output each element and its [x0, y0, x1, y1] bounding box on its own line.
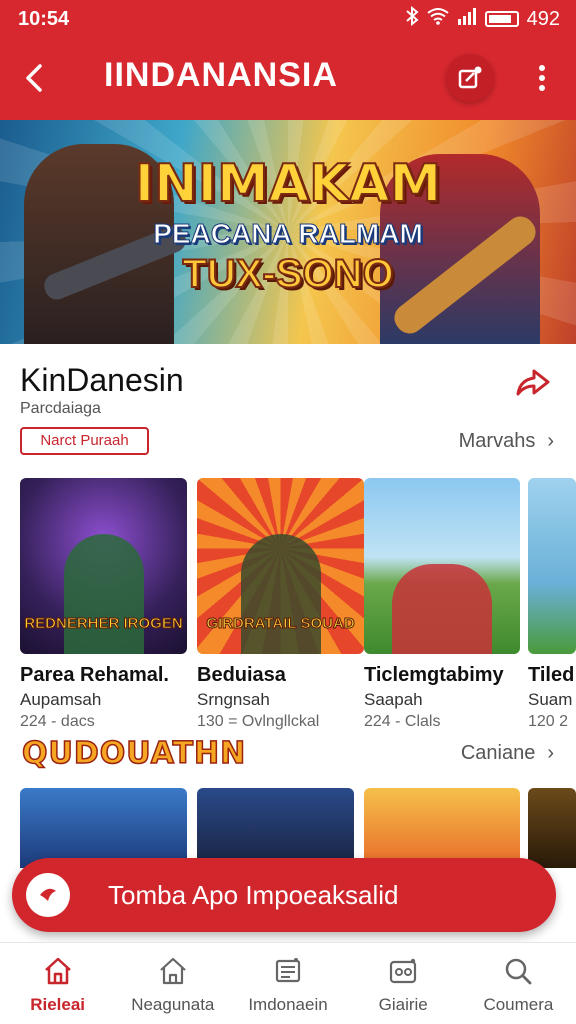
section-subtitle: Parcdaiaga [20, 400, 101, 417]
card-thumbnail: GIRDRATAIL SOUAD [197, 478, 364, 654]
more-vertical-icon [539, 65, 545, 91]
more-options-button[interactable] [518, 54, 566, 102]
see-more-label: Caniane [460, 742, 536, 764]
card-title: Parea Rehamal. [20, 664, 169, 686]
nav-label: Giairie [378, 995, 428, 1014]
app-bar: IINDANANSIA [0, 42, 576, 118]
status-icons: 492 [405, 5, 560, 32]
home-icon [44, 957, 71, 985]
page-title: IINDANANSIA [104, 56, 338, 94]
back-arrow-icon [26, 64, 42, 92]
card-thumbnail [364, 478, 520, 654]
section2-thumbnail[interactable] [197, 788, 354, 868]
nav-label: Imdonaein [248, 995, 328, 1014]
bottom-navigation: Rieleai Neagunata Imdonaein Giairie Coum… [0, 942, 576, 1024]
card-title: Ticlemgtabimy [364, 664, 504, 686]
nav-label: Coumera [483, 995, 554, 1014]
home-outline-icon [160, 957, 186, 985]
content-card[interactable]: REDNERHER IROGEN Parea Rehamal. Aupamsah… [20, 478, 187, 731]
card-subtitle: Aupamsah [20, 690, 102, 709]
forward-arrow-icon [516, 369, 550, 396]
card-thumbnail [528, 478, 576, 654]
card-meta: 224 - dacs [20, 713, 95, 730]
search-icon [506, 958, 532, 985]
nav-item-games[interactable]: Giairie [346, 943, 461, 1024]
battery-level: 492 [526, 7, 560, 30]
bluetooth-icon [405, 5, 419, 32]
see-more-label: Marvahs [458, 430, 536, 452]
section2-thumbnail[interactable] [528, 788, 576, 868]
nav-label: Rieleai [30, 995, 85, 1014]
card-title: Tiled [528, 664, 575, 686]
nav-label: Neagunata [131, 995, 215, 1014]
forward-share-button[interactable] [514, 366, 554, 400]
nav-item-news[interactable]: Imdonaein [230, 943, 345, 1024]
news-icon [275, 958, 301, 983]
chevron-right-icon: › [547, 430, 554, 452]
card-thumbnail: REDNERHER IROGEN [20, 478, 187, 654]
see-more-link[interactable]: Marvahs › [459, 430, 554, 453]
card-meta: 130 = Ovlngllckal [197, 713, 320, 730]
nav-item-search[interactable]: Coumera [461, 943, 576, 1024]
card-title: Beduiasa [197, 664, 286, 686]
status-time: 10:54 [18, 8, 70, 30]
hero-title-line3: TUX-SONO [181, 251, 394, 297]
status-bar: 10:54 492 [0, 0, 576, 40]
hero-title-line1: INIMAKAM [134, 153, 443, 215]
content-card[interactable]: Tiled Suam 120 2 [528, 478, 576, 731]
section2-title: QUDOUATHN [21, 735, 247, 772]
thumbnail-label: REDNERHER IROGEN [24, 615, 183, 633]
content-card[interactable]: GIRDRATAIL SOUAD Beduiasa Srngnsah 130 =… [197, 478, 364, 731]
thumbnail-label: GIRDRATAIL SOUAD [206, 615, 355, 633]
section-chip[interactable]: Narct Puraah [20, 427, 149, 455]
wifi-icon [427, 7, 449, 31]
card-meta: 224 - Clals [364, 713, 441, 730]
play-icon [40, 888, 56, 901]
section-title: KinDanesin [20, 362, 184, 398]
content-card[interactable]: Ticlemgtabimy Saapah 224 - Clals [364, 478, 520, 731]
section2-thumbnail[interactable] [364, 788, 520, 868]
hero-banner[interactable]: INIMAKAM PEACANA RALMAM TUX-SONO [0, 120, 576, 344]
chevron-right-icon: › [547, 742, 554, 764]
back-button[interactable] [16, 58, 56, 98]
card-subtitle: Srngnsah [197, 690, 270, 709]
see-more-link-2[interactable]: Caniane › [461, 742, 554, 765]
nav-item-explore[interactable]: Neagunata [115, 943, 230, 1024]
battery-icon [484, 11, 519, 27]
share-button[interactable] [446, 54, 494, 102]
hero-title-line2: PEACANA RALMAM [153, 218, 424, 250]
share-icon [458, 66, 482, 89]
floating-action-bar[interactable]: Tomba Apo Impoeaksalid [12, 858, 556, 932]
nav-item-home[interactable]: Rieleai [0, 943, 115, 1024]
games-icon [390, 958, 417, 984]
card-subtitle: Suam [528, 690, 573, 709]
fab-icon-circle [26, 873, 70, 917]
signal-icon [457, 7, 477, 31]
fab-label: Tomba Apo Impoeaksalid [108, 880, 399, 910]
app-header: 10:54 492 IINDANANSIA [0, 0, 576, 120]
card-subtitle: Saapah [364, 690, 423, 709]
card-meta: 120 2 [528, 713, 569, 730]
section2-thumbnail[interactable] [20, 788, 187, 868]
